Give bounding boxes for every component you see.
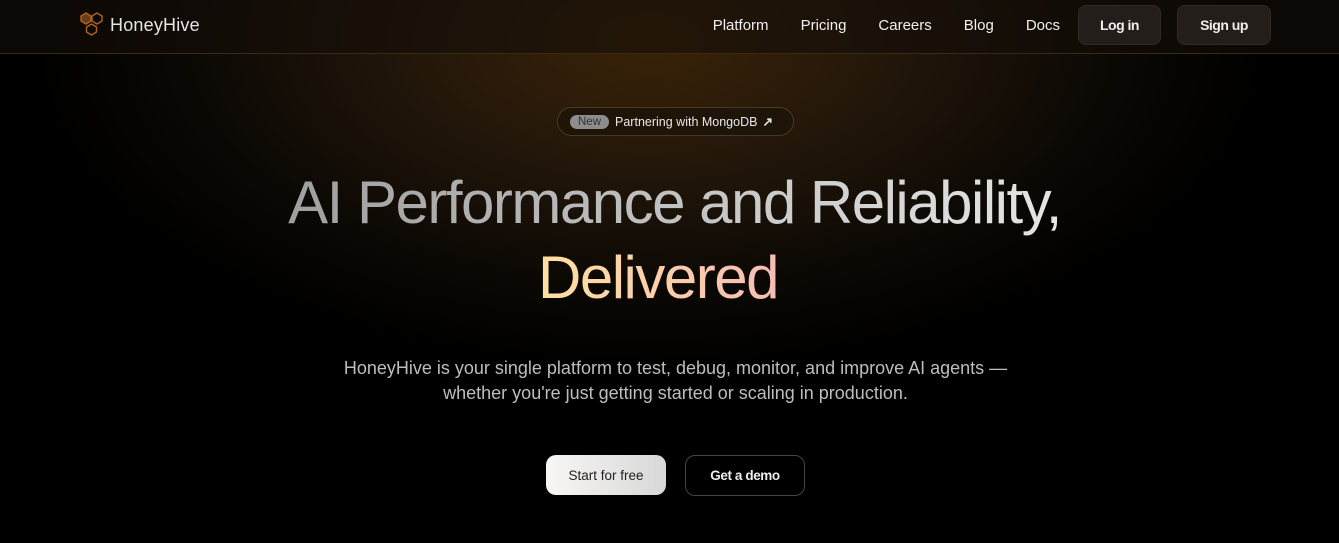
top-nav: HoneyHive Platform Pricing Careers Blog … — [0, 0, 1339, 54]
nav-pricing[interactable]: Pricing — [801, 17, 847, 34]
logo[interactable]: HoneyHive — [80, 12, 200, 38]
get-demo-button[interactable]: Get a demo — [685, 455, 805, 496]
nav-blog[interactable]: Blog — [964, 17, 994, 34]
nav-careers[interactable]: Careers — [878, 17, 931, 34]
hero-title-line1: AI Performance and Reliability, — [240, 168, 1109, 237]
announcement-badge[interactable]: New Partnering with MongoDB ↗ — [557, 107, 794, 136]
announcement-text: Partnering with MongoDB — [615, 114, 758, 129]
nav-platform[interactable]: Platform — [713, 17, 769, 34]
signup-button[interactable]: Sign up — [1177, 5, 1271, 45]
subtitle-line2: whether you're just getting started or s… — [443, 383, 908, 403]
brand-name: HoneyHive — [110, 14, 200, 35]
new-tag: New — [570, 114, 610, 129]
start-free-button[interactable]: Start for free — [546, 455, 666, 495]
login-button[interactable]: Log in — [1078, 5, 1161, 45]
subtitle-line1: HoneyHive is your single platform to tes… — [343, 358, 1008, 378]
hero-title-line2: Delivered — [538, 243, 818, 312]
arrow-up-right-icon: ↗ — [762, 115, 773, 129]
hero-subtitle: HoneyHive is your single platform to tes… — [0, 356, 1339, 406]
nav-docs[interactable]: Docs — [1026, 17, 1060, 34]
honeycomb-logo-icon — [80, 12, 103, 36]
